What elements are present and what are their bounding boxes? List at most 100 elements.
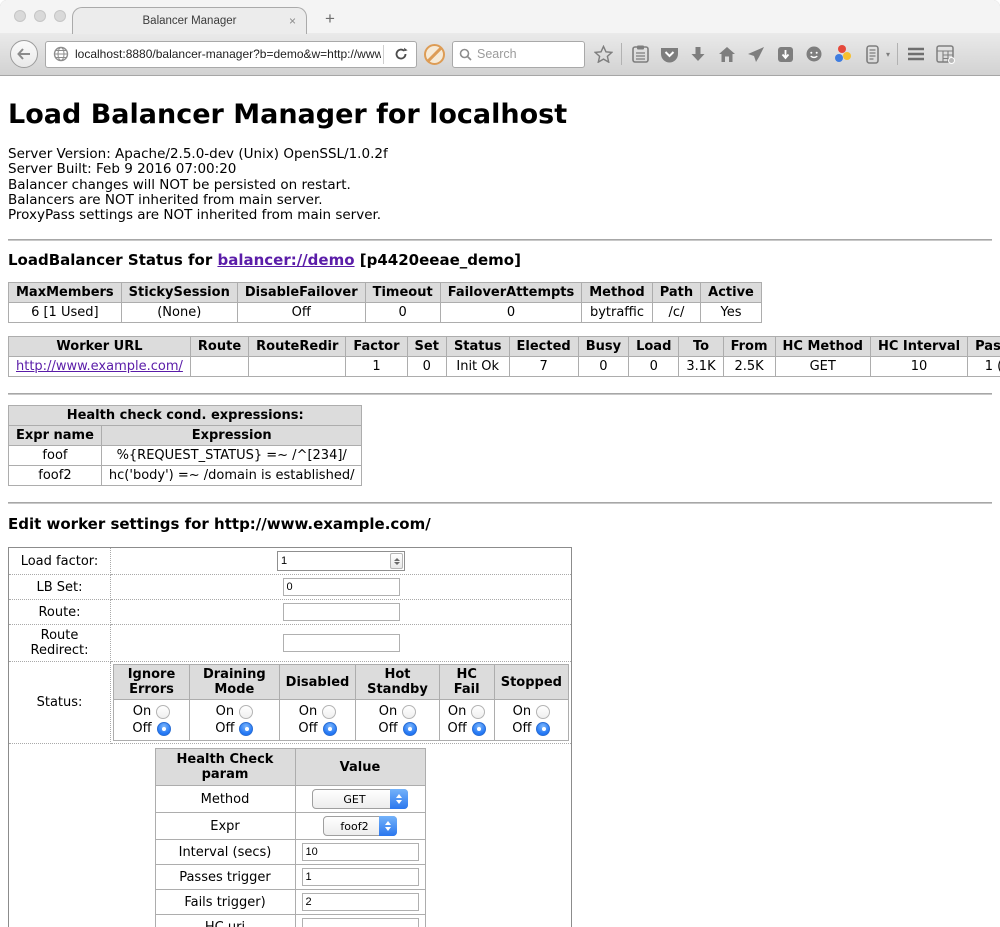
worker-url-link[interactable]: http://www.example.com/ <box>16 359 183 374</box>
col-worker-url: Worker URL <box>9 337 191 357</box>
browser-tab[interactable]: Balancer Manager × <box>72 7 307 34</box>
col-method: Method <box>582 283 652 303</box>
col-maxmembers: MaxMembers <box>9 283 122 303</box>
hc-params-row: Health Check param Value Method GET <box>9 744 572 927</box>
page-content: Load Balancer Manager for localhost Serv… <box>0 76 1000 927</box>
col-hot-standby: Hot Standby <box>356 665 439 700</box>
hc-fail-off-radio[interactable] <box>472 722 486 736</box>
lb-set-input[interactable] <box>283 578 400 596</box>
overflow-caret-icon[interactable]: ▾ <box>886 50 890 59</box>
route-redirect-row: Route Redirect: <box>9 625 572 662</box>
minimize-window-icon[interactable] <box>34 10 46 22</box>
draining-mode-on-radio[interactable] <box>239 705 253 719</box>
col-path: Path <box>652 283 700 303</box>
col-hc-fail: HC Fail <box>439 665 494 700</box>
reload-button[interactable] <box>386 47 416 61</box>
hc-fail-on-radio[interactable] <box>471 705 485 719</box>
downloads-button[interactable] <box>687 43 709 65</box>
chat-button[interactable] <box>803 43 825 65</box>
disabled-off-radio[interactable] <box>323 722 337 736</box>
tab-bar: Balancer Manager × + <box>0 0 1000 33</box>
load-factor-input[interactable] <box>278 553 390 569</box>
route-row: Route: <box>9 600 572 625</box>
stopped-off-radio[interactable] <box>536 722 550 736</box>
bookmarks-sidebar-button[interactable] <box>629 43 651 65</box>
bookmark-star-button[interactable] <box>592 43 614 65</box>
route-redirect-input[interactable] <box>283 634 400 652</box>
number-stepper-icon[interactable] <box>390 553 403 569</box>
col-expression: Expression <box>101 426 362 446</box>
tile-tabs-button[interactable] <box>934 43 956 65</box>
disabled-off-label: Off <box>298 720 317 737</box>
hc-expressions-table: Health check cond. expressions: Expr nam… <box>8 405 362 486</box>
hc-uri-input[interactable] <box>302 918 419 927</box>
worker-table: Worker URL Route RouteRedir Factor Set S… <box>8 336 1000 377</box>
lb-status-heading: LoadBalancer Status for balancer://demo … <box>8 251 992 269</box>
select-stepper-icon <box>379 816 397 836</box>
draining-mode-off-radio[interactable] <box>239 722 253 736</box>
window-controls[interactable] <box>14 10 66 22</box>
hc-interval-input[interactable] <box>302 843 419 861</box>
home-button[interactable] <box>716 43 738 65</box>
search-bar[interactable]: Search <box>452 41 585 68</box>
pocket-button[interactable] <box>658 43 680 65</box>
status-row: Status: Ignore Errors Draining Mode Disa… <box>9 662 572 744</box>
ignore-errors-off-radio[interactable] <box>157 722 171 736</box>
menu-button[interactable] <box>905 43 927 65</box>
col-hc-value: Value <box>295 749 425 786</box>
balancer-status-table: MaxMembers StickySession DisableFailover… <box>8 282 762 323</box>
expr-row: foof %{REQUEST_STATUS} =~ /^[234]/ <box>9 446 362 466</box>
col-stopped: Stopped <box>494 665 568 700</box>
url-divider <box>383 45 384 64</box>
hc-expressions-title: Health check cond. expressions: <box>9 406 362 426</box>
hc-fails-input[interactable] <box>302 893 419 911</box>
server-version-line: Server Version: Apache/2.5.0-dev (Unix) … <box>8 147 992 162</box>
draining-mode-on-label: On <box>216 703 234 720</box>
route-input[interactable] <box>283 603 400 621</box>
persist-note-line: Balancer changes will NOT be persisted o… <box>8 178 992 193</box>
tab-title: Balancer Manager <box>143 15 237 27</box>
close-window-icon[interactable] <box>14 10 26 22</box>
save-page-button[interactable] <box>774 43 796 65</box>
section-divider <box>8 502 992 504</box>
hc-fail-off-label: Off <box>448 720 467 737</box>
load-factor-field <box>277 551 405 571</box>
status-table: Ignore Errors Draining Mode Disabled Hot… <box>113 664 569 741</box>
hot-standby-off-radio[interactable] <box>403 722 417 736</box>
toolbar-divider <box>897 43 898 65</box>
section-divider <box>8 239 992 241</box>
hc-passes-label: Passes trigger <box>155 865 295 890</box>
search-icon <box>459 48 472 61</box>
adblock-disabled-icon[interactable] <box>424 44 445 65</box>
select-stepper-icon <box>390 789 408 809</box>
route-label: Route: <box>9 600 111 625</box>
hc-expr-label: Expr <box>155 813 295 840</box>
hc-passes-input[interactable] <box>302 868 419 886</box>
hot-standby-on-radio[interactable] <box>402 705 416 719</box>
stopped-on-radio[interactable] <box>536 705 550 719</box>
disabled-on-radio[interactable] <box>322 705 336 719</box>
reader-list-button[interactable] <box>861 43 883 65</box>
col-draining-mode: Draining Mode <box>190 665 280 700</box>
toolbar-divider <box>621 43 622 65</box>
back-button[interactable] <box>10 40 38 68</box>
server-info: Server Version: Apache/2.5.0-dev (Unix) … <box>8 147 992 223</box>
send-tab-button[interactable] <box>745 43 767 65</box>
hc-uri-label: HC uri <box>155 915 295 927</box>
url-bar[interactable]: localhost:8880/balancer-manager?b=demo&w… <box>45 41 417 68</box>
hc-expr-select[interactable]: foof2 <box>323 816 397 836</box>
zoom-window-icon[interactable] <box>54 10 66 22</box>
extension-colordots-button[interactable] <box>832 43 854 65</box>
hc-method-select[interactable]: GET <box>312 789 408 809</box>
reload-icon <box>394 47 408 61</box>
tab-close-icon[interactable]: × <box>289 14 296 28</box>
url-input[interactable]: localhost:8880/balancer-manager?b=demo&w… <box>75 47 381 61</box>
disabled-on-label: On <box>299 703 317 720</box>
col-failoverattempts: FailoverAttempts <box>440 283 582 303</box>
browser-window: Balancer Manager × + localhost:8880/bala… <box>0 0 1000 927</box>
new-tab-button[interactable]: + <box>325 9 335 29</box>
section-divider <box>8 393 992 395</box>
balancer-demo-link[interactable]: balancer://demo <box>217 251 354 269</box>
ignore-errors-on-radio[interactable] <box>156 705 170 719</box>
edit-worker-form: Load factor: LB Set: Route: Route Redire… <box>8 547 572 927</box>
